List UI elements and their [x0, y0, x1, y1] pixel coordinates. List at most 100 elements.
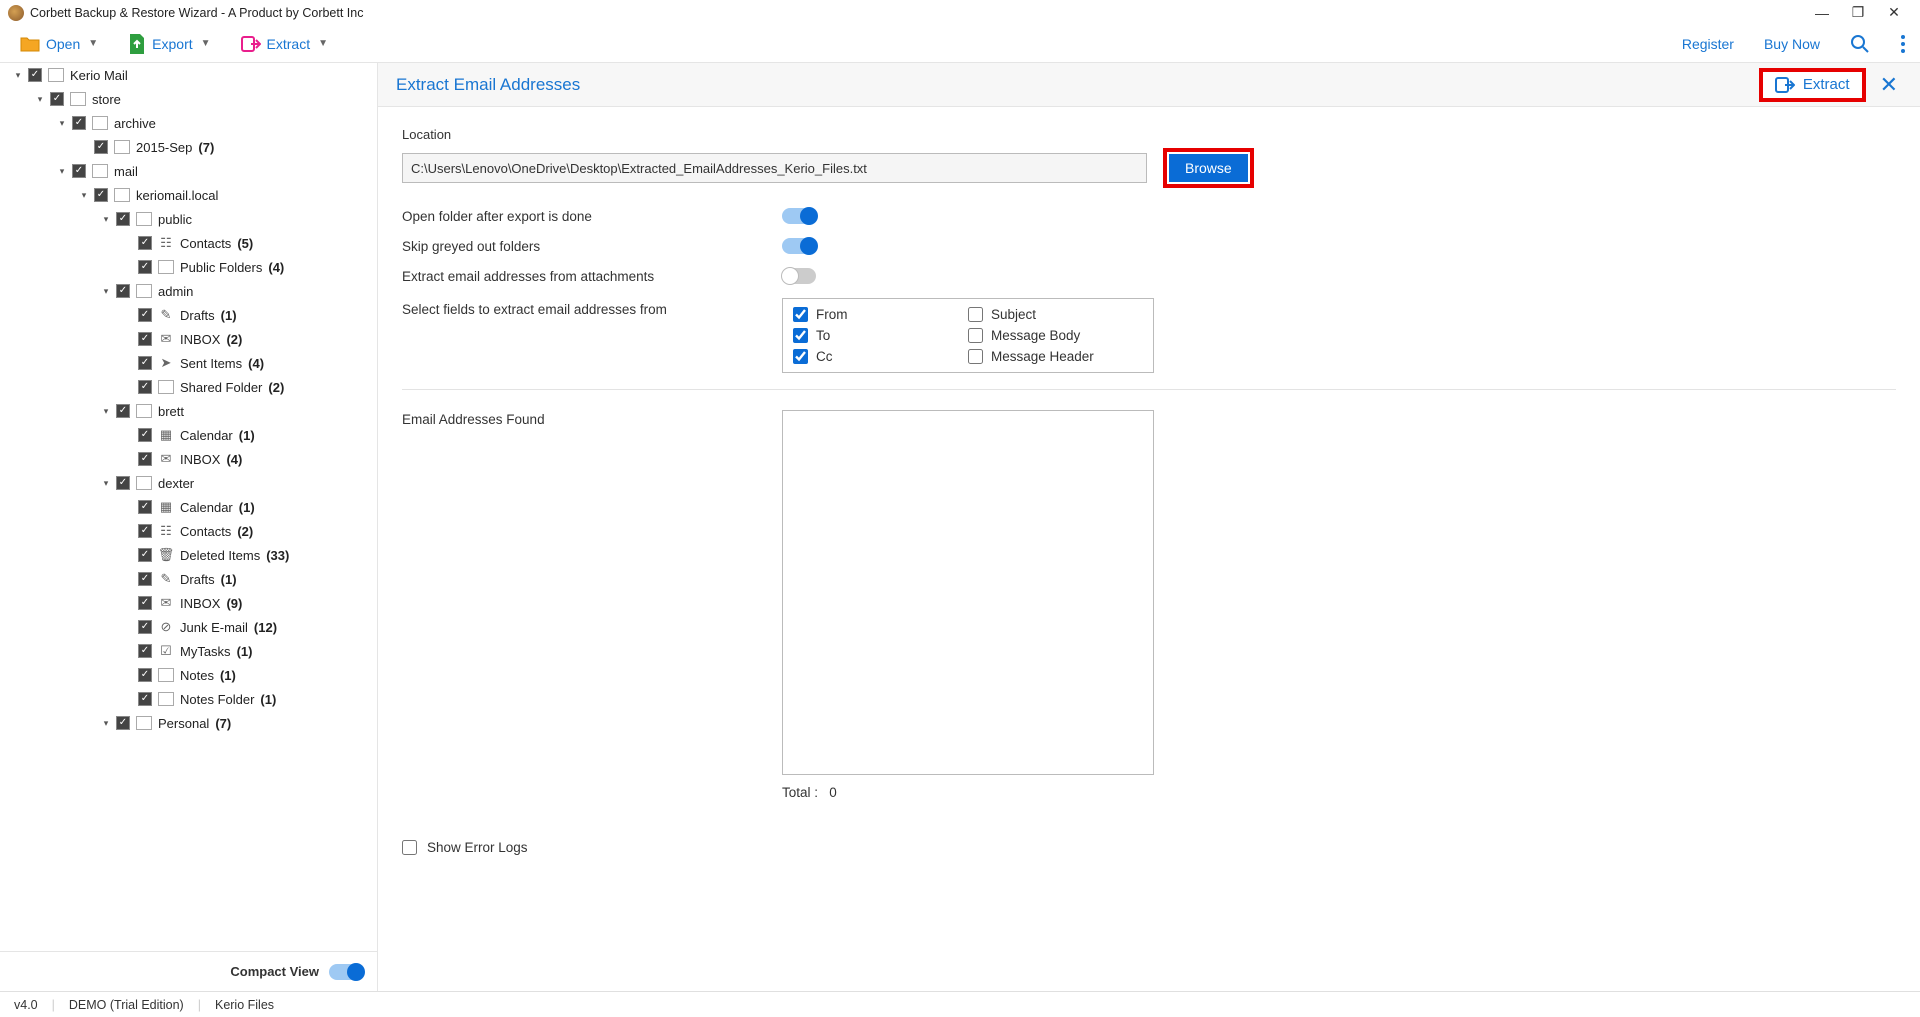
tree-checkbox[interactable] [138, 452, 152, 466]
tree-item[interactable]: ▾store [0, 87, 377, 111]
toggle-open-folder[interactable] [782, 208, 816, 224]
chevron-down-icon[interactable]: ▾ [100, 478, 112, 489]
field-cc[interactable]: Cc [793, 349, 968, 364]
tree-checkbox[interactable] [116, 212, 130, 226]
tree-checkbox[interactable] [50, 92, 64, 106]
chevron-down-icon[interactable]: ▾ [78, 190, 90, 201]
close-window-button[interactable]: ✕ [1876, 4, 1912, 21]
tree-checkbox[interactable] [138, 548, 152, 562]
error-logs-checkbox[interactable] [402, 840, 417, 855]
tree-item[interactable]: ▾2015-Sep(7) [0, 135, 377, 159]
field-body[interactable]: Message Body [968, 328, 1143, 343]
toggle-attachments[interactable] [782, 268, 816, 284]
tree-checkbox[interactable] [72, 116, 86, 130]
tree-checkbox[interactable] [138, 644, 152, 658]
folder-tree[interactable]: ▾Kerio Mail▾store▾archive▾2015-Sep(7)▾ma… [0, 63, 377, 951]
tree-count: (1) [220, 668, 236, 683]
found-list[interactable] [782, 410, 1154, 775]
tree-item[interactable]: ▾Notes Folder(1) [0, 687, 377, 711]
browse-button[interactable]: Browse [1169, 154, 1248, 182]
close-panel-button[interactable]: ✕ [1876, 72, 1902, 98]
chevron-down-icon[interactable]: ▾ [100, 406, 112, 417]
chevron-down-icon[interactable]: ▾ [56, 118, 68, 129]
tree-checkbox[interactable] [138, 572, 152, 586]
export-menu[interactable]: Export ▼ [122, 29, 216, 59]
tree-checkbox[interactable] [116, 404, 130, 418]
field-header[interactable]: Message Header [968, 349, 1143, 364]
tree-item[interactable]: ▾ brett [0, 399, 377, 423]
tree-label: Sent Items [180, 356, 242, 371]
tree-item[interactable]: ▾✉INBOX(4) [0, 447, 377, 471]
tree-checkbox[interactable] [138, 380, 152, 394]
tree-checkbox[interactable] [138, 260, 152, 274]
tree-item[interactable]: ▾☷Contacts(5) [0, 231, 377, 255]
tree-item[interactable]: ▾Shared Folder(2) [0, 375, 377, 399]
tree-checkbox[interactable] [94, 140, 108, 154]
minimize-button[interactable]: — [1804, 5, 1840, 21]
tree-item[interactable]: ▾Personal(7) [0, 711, 377, 735]
tree-checkbox[interactable] [28, 68, 42, 82]
show-error-logs[interactable]: Show Error Logs [402, 840, 1896, 855]
tree-item[interactable]: ▾☑MyTasks(1) [0, 639, 377, 663]
field-from[interactable]: From [793, 307, 968, 322]
tree-item[interactable]: ▾keriomail.local [0, 183, 377, 207]
tree-item[interactable]: ▾archive [0, 111, 377, 135]
tree-item[interactable]: ▾☷Contacts(2) [0, 519, 377, 543]
tree-count: (7) [215, 716, 231, 731]
field-to[interactable]: To [793, 328, 968, 343]
tree-checkbox[interactable] [94, 188, 108, 202]
chevron-down-icon[interactable]: ▾ [100, 214, 112, 225]
tree-item[interactable]: ▾Kerio Mail [0, 63, 377, 87]
tree-checkbox[interactable] [116, 476, 130, 490]
tree-item[interactable]: ▾🗑Deleted Items(33) [0, 543, 377, 567]
tree-item[interactable]: ▾Notes(1) [0, 663, 377, 687]
compact-view-toggle[interactable] [329, 964, 363, 980]
tree-checkbox[interactable] [138, 596, 152, 610]
more-menu-icon[interactable] [1900, 34, 1906, 54]
tree-checkbox[interactable] [138, 524, 152, 538]
location-input[interactable] [402, 153, 1147, 183]
tree-item[interactable]: ▾✉INBOX(9) [0, 591, 377, 615]
tree-checkbox[interactable] [138, 692, 152, 706]
chevron-down-icon[interactable]: ▾ [12, 70, 24, 81]
compact-view-label: Compact View [230, 964, 319, 979]
chevron-down-icon[interactable]: ▾ [56, 166, 68, 177]
tree-checkbox[interactable] [138, 500, 152, 514]
tree-item[interactable]: ▾✉INBOX(2) [0, 327, 377, 351]
tree-item[interactable]: ▾✎Drafts(1) [0, 567, 377, 591]
search-icon[interactable] [1850, 34, 1870, 54]
extract-button[interactable]: Extract [1759, 68, 1866, 102]
toggle-skip-grey[interactable] [782, 238, 816, 254]
tree-checkbox[interactable] [138, 356, 152, 370]
tree-item[interactable]: ▾dexter [0, 471, 377, 495]
chevron-down-icon[interactable]: ▾ [34, 94, 46, 105]
tree-item[interactable]: ▾✎Drafts(1) [0, 303, 377, 327]
tree-item[interactable]: ▾Public Folders(4) [0, 255, 377, 279]
tree-label: brett [158, 404, 184, 419]
chevron-down-icon[interactable]: ▾ [100, 286, 112, 297]
tree-item[interactable]: ▾⊘Junk E-mail(12) [0, 615, 377, 639]
maximize-button[interactable]: ❐ [1840, 4, 1876, 21]
tree-checkbox[interactable] [138, 428, 152, 442]
tree-item[interactable]: ▾▦Calendar(1) [0, 423, 377, 447]
register-link[interactable]: Register [1682, 36, 1734, 52]
buy-now-link[interactable]: Buy Now [1764, 36, 1820, 52]
open-menu[interactable]: Open ▼ [14, 30, 104, 58]
tree-label: INBOX [180, 332, 220, 347]
tree-checkbox[interactable] [138, 308, 152, 322]
tree-item[interactable]: ▾public [0, 207, 377, 231]
tree-checkbox[interactable] [116, 716, 130, 730]
extract-menu[interactable]: Extract ▼ [235, 30, 334, 58]
field-subject[interactable]: Subject [968, 307, 1143, 322]
tree-item[interactable]: ▾mail [0, 159, 377, 183]
tree-checkbox[interactable] [138, 620, 152, 634]
chevron-down-icon[interactable]: ▾ [100, 718, 112, 729]
tree-checkbox[interactable] [138, 668, 152, 682]
tree-checkbox[interactable] [138, 236, 152, 250]
tree-item[interactable]: ▾➤Sent Items(4) [0, 351, 377, 375]
tree-checkbox[interactable] [116, 284, 130, 298]
tree-checkbox[interactable] [72, 164, 86, 178]
tree-checkbox[interactable] [138, 332, 152, 346]
tree-item[interactable]: ▾admin [0, 279, 377, 303]
tree-item[interactable]: ▾▦Calendar(1) [0, 495, 377, 519]
